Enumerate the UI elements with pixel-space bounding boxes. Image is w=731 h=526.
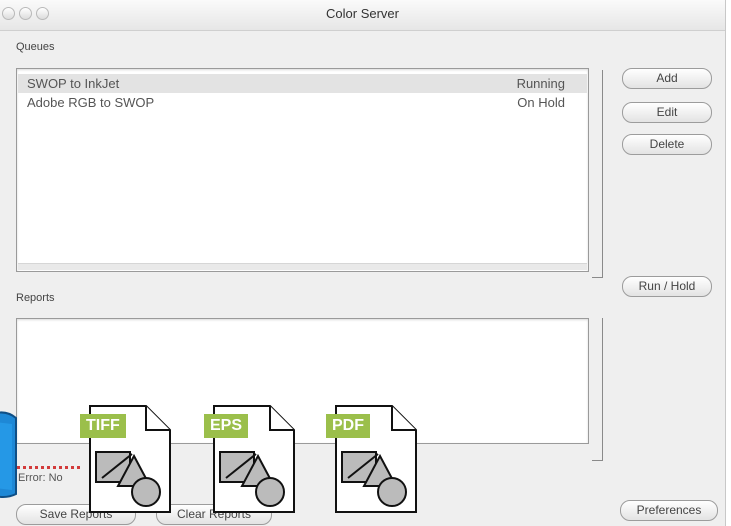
- edit-button[interactable]: Edit: [622, 102, 712, 123]
- color-server-window: Color Server Queues SWOP to InkJet Runni…: [0, 0, 726, 526]
- reports-label: Reports: [16, 292, 55, 304]
- tiff-badge: TIFF: [80, 414, 126, 438]
- eps-document-icon[interactable]: EPS: [204, 404, 296, 514]
- error-value: No: [48, 472, 63, 484]
- queues-horizontal-scrollbar[interactable]: [18, 263, 587, 270]
- eps-badge: EPS: [204, 414, 249, 438]
- queues-splitter[interactable]: [592, 70, 603, 278]
- delete-button[interactable]: Delete: [622, 134, 712, 155]
- window-title: Color Server: [326, 6, 399, 21]
- tiff-document-icon[interactable]: TIFF: [80, 404, 172, 514]
- queue-name: SWOP to InkJet: [27, 76, 120, 91]
- queues-label: Queues: [16, 41, 55, 53]
- error-label: Error:: [18, 472, 46, 484]
- queue-row-swop-to-inkjet[interactable]: SWOP to InkJet Running: [18, 74, 587, 93]
- error-status: Error: No: [18, 472, 63, 484]
- queues-list[interactable]: SWOP to InkJet Running Adobe RGB to SWOP…: [16, 68, 589, 272]
- queue-status: On Hold: [517, 95, 565, 110]
- run-hold-button[interactable]: Run / Hold: [622, 276, 712, 297]
- pdf-document-icon[interactable]: PDF: [326, 404, 418, 514]
- queue-name: Adobe RGB to SWOP: [27, 95, 155, 110]
- reports-splitter[interactable]: [592, 318, 603, 461]
- queue-status: Running: [516, 76, 565, 91]
- folder-icon[interactable]: [0, 410, 20, 500]
- title-bar: Color Server: [0, 0, 725, 31]
- pdf-badge: PDF: [326, 414, 370, 438]
- queue-row-adobe-rgb-to-swop[interactable]: Adobe RGB to SWOP On Hold: [18, 93, 587, 112]
- preferences-button[interactable]: Preferences: [620, 500, 718, 521]
- add-button[interactable]: Add: [622, 68, 712, 89]
